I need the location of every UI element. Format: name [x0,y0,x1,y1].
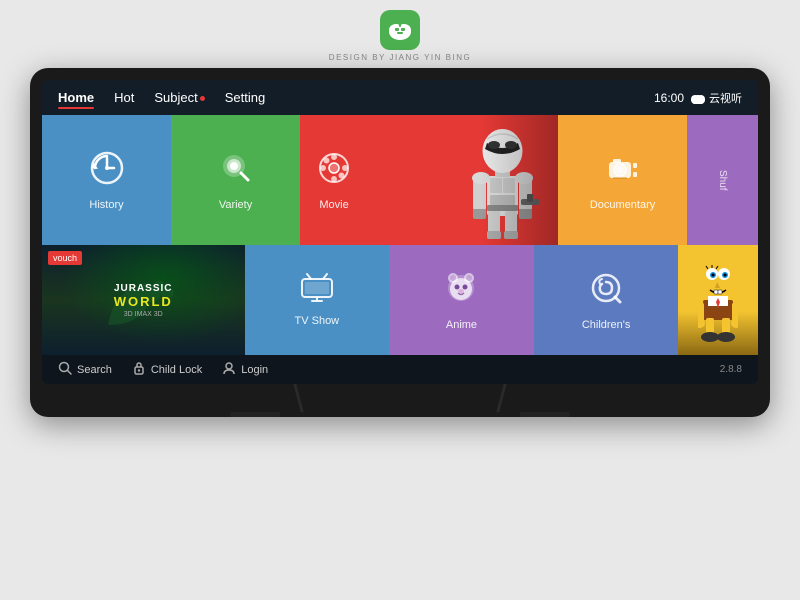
stand-leg-right [496,384,507,412]
childrens-spiral-icon [588,270,624,313]
tile-history[interactable]: History [42,115,171,245]
documentary-label: Documentary [590,199,655,211]
jurassic-title: JURASSIC [114,283,173,294]
movie-inner: Movie [300,115,558,245]
nav-bar: Home Hot Subject Setting 16:00 云视听 [42,80,758,115]
logo-area: DESIGN BY JIANG YIN BING [329,0,471,68]
cloud-brand-icon: 云视听 [690,90,742,106]
documentary-camera-icon [605,150,641,193]
history-clock-icon [89,150,125,193]
shuffle-label: Shuf [717,170,728,191]
tile-movie[interactable]: Movie [300,115,558,245]
subject-dot [200,96,205,101]
tvshow-icon [300,273,334,309]
search-item[interactable]: Search [58,361,112,378]
jurassic-world: WORLD [114,294,173,309]
logo-text: DESIGN BY JIANG YIN BING [329,53,471,62]
nav-item-home[interactable]: Home [58,88,94,107]
variety-search-icon [218,150,254,193]
tile-documentary[interactable]: Documentary [558,115,687,245]
tile-anime[interactable]: Anime [389,245,534,355]
content-area: History Variety [42,115,758,384]
lock-icon [132,361,146,378]
variety-label: Variety [219,199,252,211]
movie-reel-icon [316,150,352,193]
tile-shuffle[interactable]: Shuf [687,115,758,245]
version-number: 2.8.8 [720,364,742,375]
anime-label: Anime [446,319,477,331]
history-label: History [89,199,123,211]
spongebob-figure [678,245,758,355]
login-item[interactable]: Login [222,361,268,378]
search-label: Search [77,364,112,376]
nav-item-hot[interactable]: Hot [114,88,134,107]
nav-item-subject[interactable]: Subject [154,88,204,107]
movie-icon-area: Movie [316,150,352,211]
tv-screen: Home Hot Subject Setting 16:00 云视听 [42,80,758,384]
childlock-label: Child Lock [151,364,202,376]
tv-stand [42,384,758,412]
tiles-row-1: History Variety [42,115,758,245]
tvshow-label: TV Show [295,315,340,327]
stormtrooper-figure [462,120,542,240]
bottom-bar: Search Child Lock [42,355,758,384]
logo-icon [380,10,420,50]
user-icon [222,361,236,378]
nav-brand: 云视听 [709,90,742,106]
tv-frame: Home Hot Subject Setting 16:00 云视听 [30,68,770,417]
nav-items: Home Hot Subject Setting [58,88,654,107]
jurassic-format: 3D IMAX 3D [114,311,173,318]
tile-childrens[interactable]: Children's [534,245,679,355]
tile-variety[interactable]: Variety [171,115,300,245]
tiles-row-2: vouch JURASSIC WORLD 3D IMAX 3D [42,245,758,355]
childlock-item[interactable]: Child Lock [132,361,202,378]
tile-jurassic[interactable]: vouch JURASSIC WORLD 3D IMAX 3D [42,245,245,355]
nav-item-setting[interactable]: Setting [225,88,265,107]
tile-spongebob[interactable] [678,245,758,355]
vouch-badge: vouch [48,251,82,265]
login-label: Login [241,364,268,376]
stand-leg-left [293,384,304,412]
tile-tvshow[interactable]: TV Show [245,245,390,355]
nav-time: 16:00 [654,91,684,105]
foot-left [230,412,280,417]
nav-right: 16:00 云视听 [654,90,742,106]
childrens-label: Children's [582,319,631,331]
stand-foot [42,412,758,417]
search-icon [58,361,72,378]
movie-label: Movie [319,199,348,211]
anime-icon [443,270,479,313]
foot-right [520,412,570,417]
